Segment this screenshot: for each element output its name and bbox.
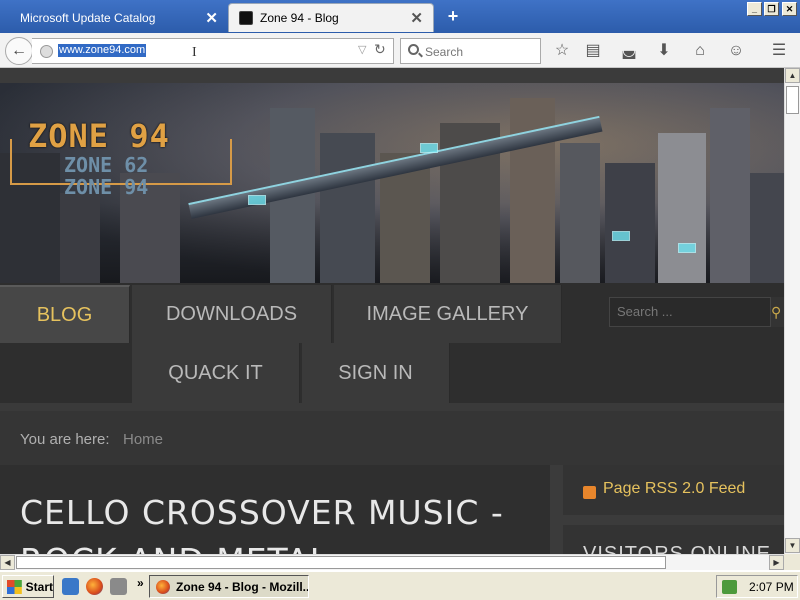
search-icon: ⚲ (771, 304, 782, 320)
article-title[interactable]: CELLO CROSSOVER MUSIC - ROCK AND METAL (20, 489, 550, 554)
banner-building (605, 163, 655, 283)
firefox-icon (156, 579, 170, 594)
address-bar[interactable]: www.zone94.com I ▽ ↻ (32, 38, 394, 64)
tab-label: Microsoft Update Catalog (20, 10, 156, 25)
scroll-up-button[interactable]: ▲ (785, 68, 800, 83)
browser-search-box[interactable]: Search (400, 38, 541, 64)
banner-light (678, 243, 696, 253)
banner-building (320, 133, 375, 283)
zone94-favicon-icon (239, 11, 253, 25)
back-arrow-icon: ← (11, 42, 27, 59)
close-tab-icon[interactable]: ✕ (410, 9, 423, 27)
start-button[interactable]: Start (2, 575, 54, 598)
show-desktop-icon[interactable] (62, 578, 79, 595)
firefox-icon[interactable] (86, 578, 103, 595)
breadcrumb: You are here: Home (0, 403, 784, 465)
windows-taskbar: Start » Zone 94 - Blog - Mozill... 2:07 … (0, 570, 800, 600)
vertical-scrollbar[interactable]: ▲ ▼ (784, 68, 800, 554)
system-tray: 2:07 PM (716, 575, 798, 598)
rss-feed-link[interactable]: Page RSS 2.0 Feed (603, 480, 745, 498)
network-icon[interactable] (722, 579, 737, 594)
banner-light (420, 143, 438, 153)
scrollbar-corner (784, 554, 800, 570)
site-main-menu: BLOG DOWNLOADS IMAGE GALLERY QUACK IT SI… (0, 283, 784, 403)
vertical-scroll-thumb[interactable] (786, 86, 799, 114)
site-logo[interactable]: ZONE 94 ZONE 62 ZONE 94 (10, 103, 240, 223)
logo-sub-text: ZONE 94 (64, 175, 149, 199)
menu-item-blog[interactable]: BLOG (0, 285, 130, 343)
text-cursor-icon: I (192, 45, 197, 60)
quick-launch-more-icon[interactable]: » (137, 576, 144, 590)
minimize-window-button[interactable]: _ (747, 2, 762, 16)
clock[interactable]: 2:07 PM (749, 580, 794, 594)
rss-module: Page RSS 2.0 Feed (563, 465, 784, 515)
close-tab-icon[interactable]: ✕ (205, 9, 218, 27)
hello-icon[interactable]: ☺ (725, 40, 747, 62)
logo-sub-text: ZONE 62 (64, 153, 149, 177)
scroll-down-button[interactable]: ▼ (785, 538, 800, 553)
browser-tab-bar: Microsoft Update Catalog ✕ Zone 94 - Blo… (0, 0, 800, 33)
tab-zone94-blog[interactable]: Zone 94 - Blog ✕ (228, 3, 434, 32)
banner-building (750, 173, 784, 283)
banner-light (248, 195, 266, 205)
visitors-title: VISITORS ONLINE (583, 543, 772, 554)
download-icon[interactable]: ⬇ (653, 40, 675, 62)
windows-logo-icon (7, 579, 22, 594)
url-text[interactable]: www.zone94.com (58, 44, 147, 57)
banner-building (710, 108, 750, 283)
reload-icon[interactable]: ↻ (374, 41, 386, 58)
breadcrumb-label: You are here: (20, 431, 110, 448)
web-page-viewport: ZONE 94 ZONE 62 ZONE 94 BLOG DOWNLOADS I… (0, 68, 784, 554)
article-panel: CELLO CROSSOVER MUSIC - ROCK AND METAL (0, 465, 550, 554)
menu-icon[interactable]: ☰ (768, 40, 790, 62)
site-search-input[interactable]: Search ... (609, 297, 771, 327)
rss-icon (583, 486, 596, 499)
taskbar-button-label: Zone 94 - Blog - Mozill... (176, 579, 309, 594)
horizontal-scrollbar[interactable]: ◀ ▶ (0, 554, 784, 570)
menu-item-sign-in[interactable]: SIGN IN (302, 343, 450, 403)
dropdown-arrow-icon[interactable]: ▽ (358, 43, 366, 56)
tab-label: Zone 94 - Blog (260, 11, 339, 25)
menu-item-image-gallery[interactable]: IMAGE GALLERY (334, 285, 562, 343)
tab-microsoft-update-catalog[interactable]: Microsoft Update Catalog ✕ (10, 3, 228, 32)
home-icon[interactable]: ⌂ (689, 40, 711, 62)
media-player-icon[interactable] (110, 578, 127, 595)
search-placeholder: Search (425, 45, 464, 59)
breadcrumb-home-link[interactable]: Home (123, 431, 163, 448)
header-banner: ZONE 94 ZONE 62 ZONE 94 (0, 83, 784, 283)
search-icon (408, 44, 419, 55)
banner-light (612, 231, 630, 241)
visitors-module: VISITORS ONLINE (563, 525, 784, 554)
bookmark-star-icon[interactable]: ☆ (551, 40, 573, 62)
site-search-button[interactable]: ⚲ (771, 297, 784, 327)
globe-icon (40, 45, 53, 58)
start-label: Start (25, 579, 53, 594)
reading-list-icon[interactable]: ▤ (582, 40, 604, 62)
maximize-window-button[interactable]: ❐ (764, 2, 779, 16)
navigation-toolbar: ← www.zone94.com I ▽ ↻ Search ☆ ▤ ◛ ⬇ ⌂ … (0, 33, 800, 68)
banner-building (560, 143, 600, 283)
horizontal-scroll-thumb[interactable] (16, 556, 666, 569)
taskbar-button-firefox[interactable]: Zone 94 - Blog - Mozill... (149, 575, 309, 598)
banner-building (658, 133, 706, 283)
logo-main-text: ZONE 94 (28, 117, 170, 155)
scroll-left-button[interactable]: ◀ (0, 555, 15, 570)
new-tab-button[interactable]: + (442, 4, 464, 28)
menu-item-quack-it[interactable]: QUACK IT (132, 343, 300, 403)
scroll-right-button[interactable]: ▶ (769, 555, 784, 570)
pocket-icon[interactable]: ◛ (618, 40, 640, 62)
close-window-button[interactable]: ✕ (782, 2, 797, 16)
back-button[interactable]: ← (5, 37, 33, 65)
menu-item-downloads[interactable]: DOWNLOADS (132, 285, 332, 343)
